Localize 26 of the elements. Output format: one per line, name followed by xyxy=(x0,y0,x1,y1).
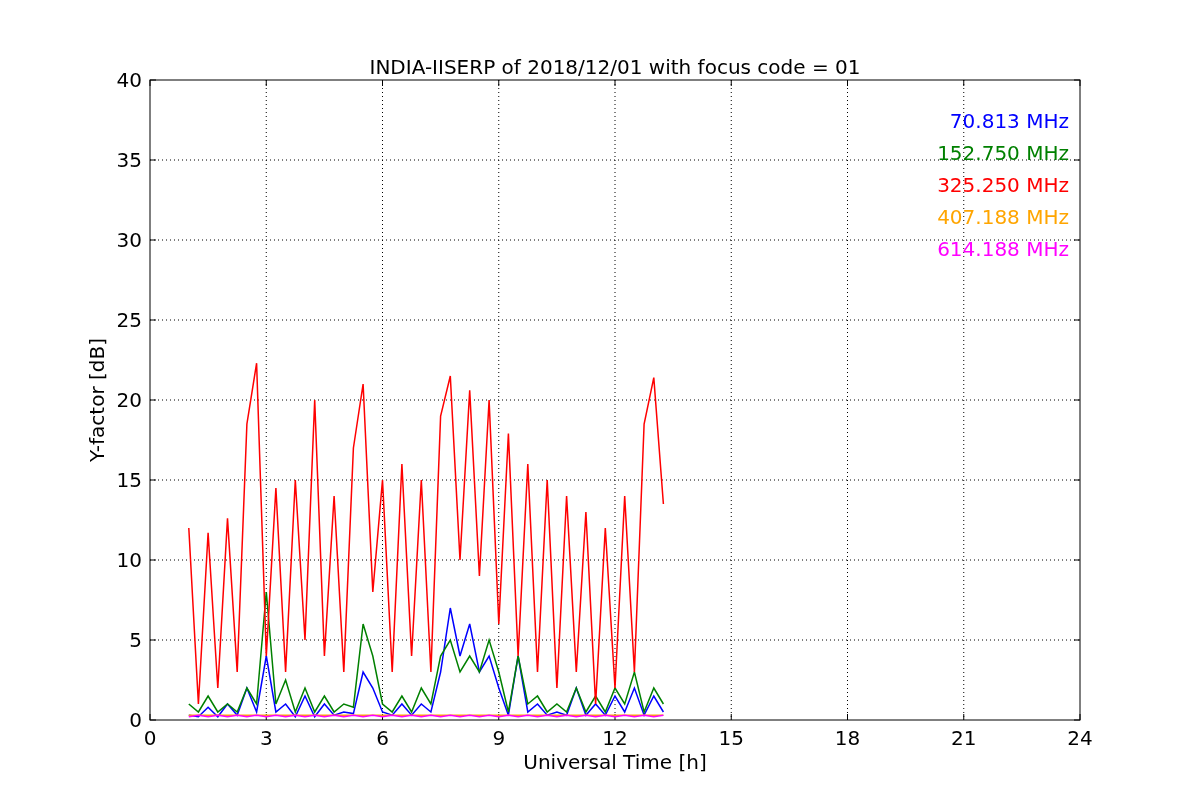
x-tick-label: 24 xyxy=(1067,726,1093,750)
x-tick-label: 9 xyxy=(492,726,506,750)
y-tick-label: 25 xyxy=(116,308,142,332)
y-tick-label: 20 xyxy=(116,388,142,412)
y-tick-label: 30 xyxy=(116,228,142,252)
y-tick-label: 10 xyxy=(116,548,142,572)
y-tick-label: 0 xyxy=(129,708,142,732)
legend-label: 70.813 MHz xyxy=(949,109,1069,133)
legend-label: 325.250 MHz xyxy=(937,173,1069,197)
chart-title: INDIA-IISERP of 2018/12/01 with focus code = 01 xyxy=(369,55,861,79)
x-tick-label: 21 xyxy=(951,726,977,750)
x-tick-label: 18 xyxy=(834,726,861,750)
x-tick-label: 15 xyxy=(718,726,744,750)
x-tick-label: 6 xyxy=(376,726,389,750)
legend-label: 152.750 MHz xyxy=(937,141,1069,165)
x-axis-label: Universal Time [h] xyxy=(523,750,707,774)
y-axis-label: Y-factor [dB] xyxy=(85,338,109,462)
x-tick-label: 3 xyxy=(259,726,273,750)
y-tick-label: 35 xyxy=(116,148,142,172)
legend-label: 407.188 MHz xyxy=(937,205,1069,229)
x-tick-label: 0 xyxy=(143,726,157,750)
y-tick-label: 15 xyxy=(116,468,142,492)
y-tick-label: 5 xyxy=(129,628,142,652)
x-tick-label: 12 xyxy=(602,726,628,750)
y-tick-label: 40 xyxy=(116,68,142,92)
legend-label: 614.188 MHz xyxy=(937,237,1069,261)
